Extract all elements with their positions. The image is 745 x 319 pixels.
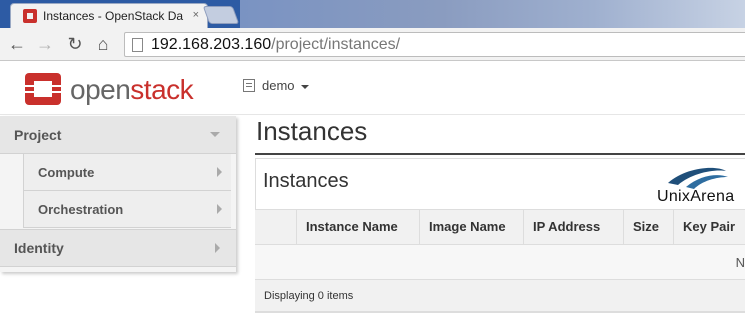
openstack-logo-icon[interactable] [24,72,62,106]
url-host: 192.168.203.160 [151,35,272,53]
chevron-right-icon [217,167,222,177]
table-empty-row: N [255,245,745,280]
project-dropdown[interactable]: demo [243,78,309,93]
sidebar-panel-identity[interactable]: Identity [0,229,236,267]
chevron-right-icon [215,243,220,253]
table-footer: Displaying 0 items [255,280,745,312]
sidebar-panel-project[interactable]: Project [0,116,236,154]
chevron-down-icon [210,132,220,137]
chevron-right-icon [217,204,222,214]
column-header-key-pair[interactable]: Key Pair [673,210,745,244]
browser-tab-active[interactable]: Instances - OpenStack Da × [10,3,208,28]
sidebar: Project Compute Orchestration Identity [0,116,236,272]
select-all-checkbox-column[interactable] [255,210,296,244]
watermark-text: UnixArena [657,188,735,205]
sidebar-item-compute[interactable]: Compute [23,154,231,191]
column-header-size[interactable]: Size [623,210,673,244]
brand-name[interactable]: openstack [70,74,194,106]
openstack-header: openstack demo [0,62,745,115]
item-count-text: Displaying 0 items [264,290,354,302]
column-header-ip-address[interactable]: IP Address [523,210,623,244]
tab-title: Instances - OpenStack Da [43,9,184,23]
new-tab-button[interactable] [202,6,240,24]
brand-strong-text: stack [130,74,194,105]
page-title: Instances [256,116,368,146]
reload-icon[interactable]: ↻ [64,33,86,55]
home-icon[interactable]: ⌂ [92,33,114,55]
project-name: demo [262,78,295,93]
column-header-image-name[interactable]: Image Name [419,210,523,244]
address-bar[interactable]: 192.168.203.160 /project/instances/ [124,32,745,57]
sidebar-item-label: Compute [38,164,95,180]
caret-down-icon [300,84,309,89]
sidebar-panel-label: Identity [14,240,64,256]
sidebar-panel-label: Project [14,126,62,143]
sidebar-item-label: Orchestration [38,201,124,217]
project-list-icon [243,79,255,92]
url-path: /project/instances/ [271,35,401,53]
tab-close-icon[interactable]: × [193,9,199,21]
forward-arrow-icon[interactable]: → [34,33,56,55]
sidebar-item-orchestration[interactable]: Orchestration [23,191,231,228]
back-arrow-icon[interactable]: ← [6,33,28,55]
column-header-instance-name[interactable]: Instance Name [296,210,419,244]
blurred-tabs-area [240,0,745,28]
title-divider [255,153,745,155]
browser-tab-strip: Instances - OpenStack Da × [0,0,745,28]
openstack-favicon-icon [23,9,37,23]
browser-toolbar: ← → ↻ ⌂ 192.168.203.160 /project/instanc… [0,28,745,61]
table-header-row: Instance Name Image Name IP Address Size… [255,209,745,245]
brand-light-text: open [70,74,131,105]
table-title: Instances [263,170,349,192]
empty-message: N [735,255,745,270]
page-icon [132,37,143,52]
